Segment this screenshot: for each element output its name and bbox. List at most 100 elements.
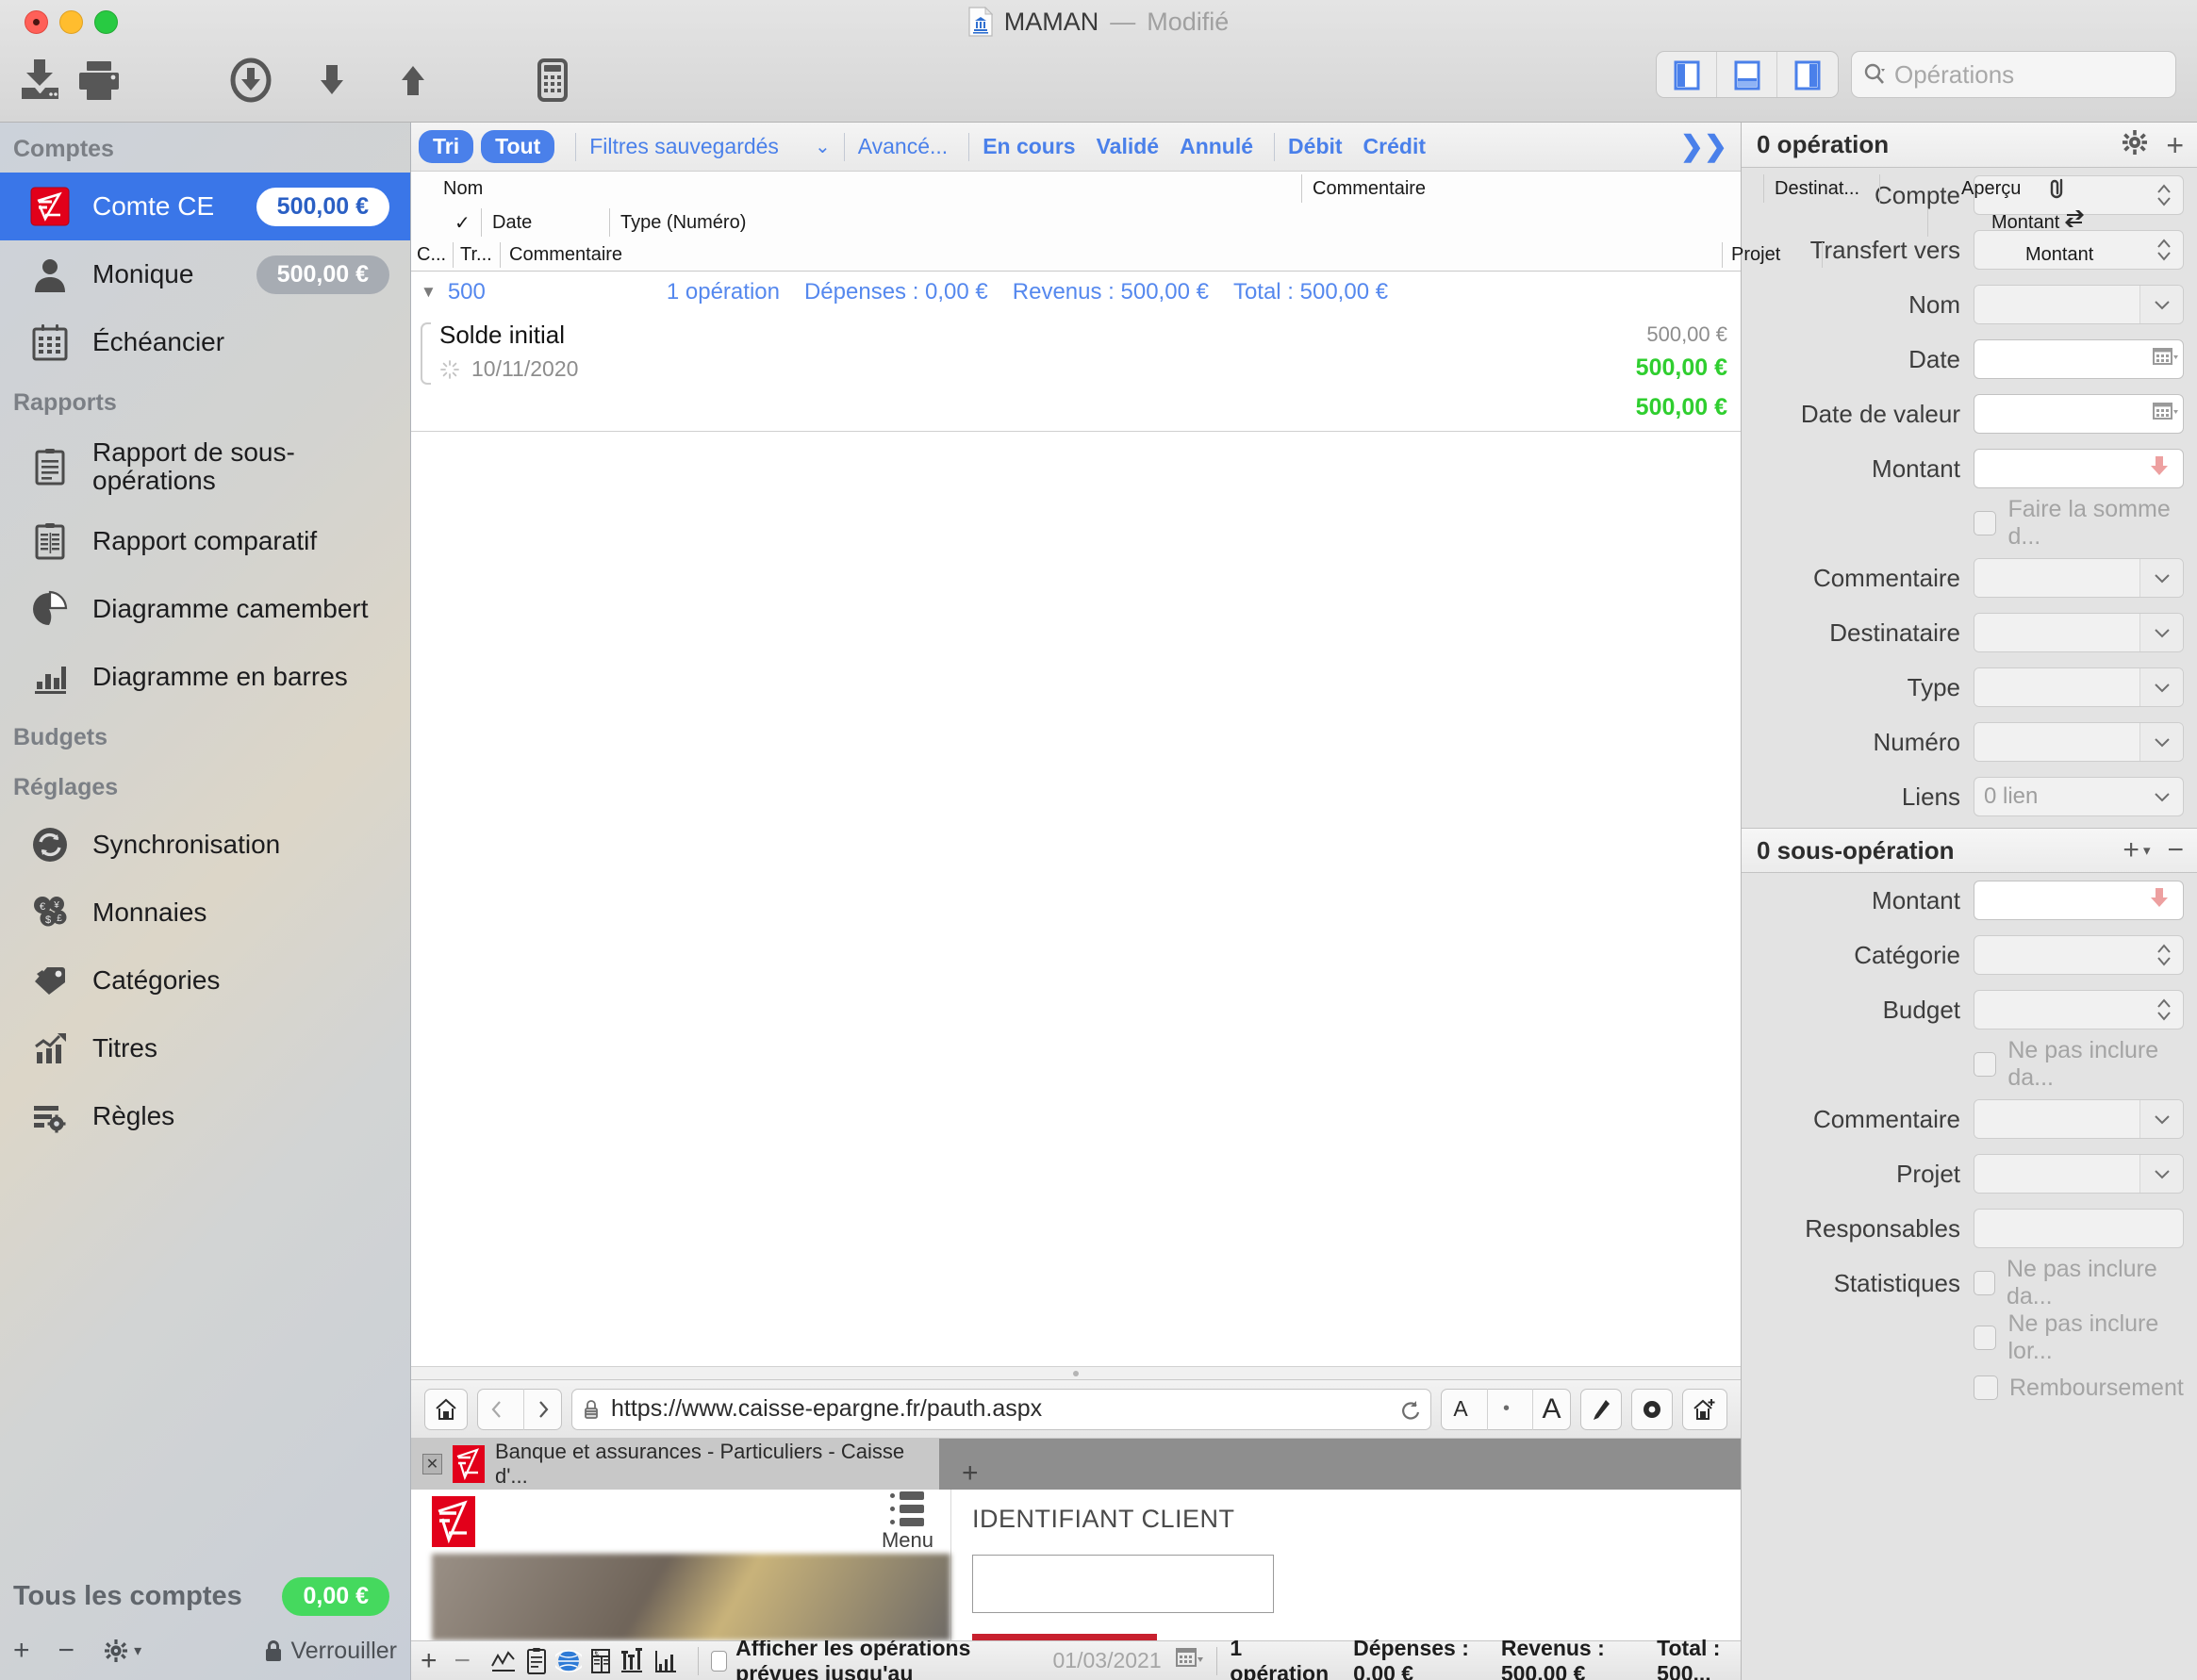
calendar-dropdown-icon[interactable] xyxy=(2151,400,2179,429)
filter-pill-tout[interactable]: Tout xyxy=(481,130,555,163)
chevron-down-icon[interactable] xyxy=(2139,614,2183,651)
calendar-dropdown-icon[interactable] xyxy=(2151,345,2179,374)
browser-add-home-button[interactable] xyxy=(1682,1388,1727,1430)
print-button[interactable] xyxy=(70,51,128,109)
categorie-select[interactable] xyxy=(1974,935,2184,975)
sidebar-item-rapport-comparatif[interactable]: Rapport comparatif xyxy=(0,507,410,575)
collapse-button[interactable] xyxy=(303,51,361,109)
filter-annule[interactable]: Annulé xyxy=(1180,134,1253,159)
sidebar-item-regles[interactable]: Règles xyxy=(0,1082,410,1150)
sidebar-item-rapport-sous-operations[interactable]: Rapport de sous-opérations xyxy=(0,426,410,507)
remboursement-checkbox[interactable] xyxy=(1974,1375,1998,1400)
chart-line-icon[interactable] xyxy=(489,1645,518,1677)
sidebar-item-comte-ce[interactable]: Comte CE 500,00 € xyxy=(0,173,410,240)
browser-font-larger-button[interactable]: A xyxy=(1532,1388,1570,1430)
import-file-button[interactable] xyxy=(11,51,70,109)
advanced-filter-button[interactable]: Avancé... xyxy=(858,134,948,159)
group-header-row[interactable]: ▼ 500 1 opération Dépenses : 0,00 € Reve… xyxy=(411,272,1741,313)
browser-url-bar[interactable]: https://www.caisse-epargne.fr/pauth.aspx xyxy=(571,1388,1431,1430)
sidebar-item-titres[interactable]: Titres xyxy=(0,1014,410,1082)
column-header-montant[interactable]: Montant xyxy=(1991,212,2059,234)
chevron-down-icon[interactable] xyxy=(2139,1100,2183,1138)
calculator-button[interactable] xyxy=(523,51,582,109)
column-header-type-numero[interactable]: Type (Numéro) xyxy=(620,212,746,234)
browser-tab[interactable]: ✕ Banque et assurances - Particuliers - … xyxy=(411,1439,939,1490)
column-header-apercu[interactable]: Aperçu xyxy=(1961,178,2021,200)
search-input[interactable]: Opérations xyxy=(1851,51,2176,98)
chevron-down-icon[interactable] xyxy=(2139,286,2183,323)
transfer-arrows-icon[interactable] xyxy=(2063,207,2086,236)
expand-button[interactable] xyxy=(384,51,442,109)
faire-la-somme-checkbox[interactable] xyxy=(1974,511,1997,535)
date-input[interactable] xyxy=(1974,339,2184,379)
sidebar-item-diagramme-camembert[interactable]: Diagramme camembert xyxy=(0,575,410,643)
stat-exclude-1-checkbox[interactable] xyxy=(1974,1271,1995,1295)
column-header-categorie-short[interactable]: C... xyxy=(417,244,446,266)
operations-list[interactable]: ▼ 500 1 opération Dépenses : 0,00 € Reve… xyxy=(411,272,1741,1366)
column-header-sub-montant[interactable]: Montant xyxy=(2025,244,2093,266)
remove-operation-button[interactable]: − xyxy=(454,1645,471,1677)
commentaire-combobox[interactable] xyxy=(1974,558,2184,598)
minus-icon[interactable]: − xyxy=(2167,836,2184,865)
browser-home-button[interactable] xyxy=(424,1388,468,1430)
sidebar-item-diagramme-barres[interactable]: Diagramme en barres xyxy=(0,643,410,711)
browser-font-smaller-button[interactable]: A xyxy=(1442,1389,1479,1430)
browser-record-button[interactable] xyxy=(1631,1388,1673,1430)
responsables-input[interactable] xyxy=(1974,1209,2184,1248)
calendar-dropdown-icon[interactable] xyxy=(1175,1646,1203,1676)
sidebar-item-echeancier[interactable]: Échéancier xyxy=(0,308,410,376)
liens-select[interactable]: 0 lien xyxy=(1974,777,2184,816)
nom-combobox[interactable] xyxy=(1974,285,2184,324)
histogram-icon[interactable] xyxy=(652,1645,679,1677)
column-header-date[interactable]: Date xyxy=(492,212,532,234)
sidebar-item-categories[interactable]: Catégories xyxy=(0,947,410,1014)
filter-pill-tri[interactable]: Tri xyxy=(419,130,474,163)
date-de-valeur-input[interactable] xyxy=(1974,394,2184,434)
show-scheduled-checkbox[interactable] xyxy=(711,1650,728,1672)
filter-debit[interactable]: Débit xyxy=(1288,134,1343,159)
remove-account-button[interactable]: − xyxy=(58,1635,75,1667)
browser-forward-button[interactable] xyxy=(523,1388,561,1430)
chevron-down-icon[interactable] xyxy=(2139,668,2183,706)
table-row[interactable]: Solde initial 10/11/2020 500,00 € 500,00… xyxy=(411,313,1741,392)
column-header-nom[interactable]: Nom xyxy=(443,178,483,200)
add-operation-button[interactable]: + xyxy=(421,1645,438,1677)
gear-icon[interactable] xyxy=(2121,128,2149,161)
paperclip-icon[interactable] xyxy=(2047,175,2068,206)
filter-credit[interactable]: Crédit xyxy=(1363,134,1426,159)
download-operations-button[interactable] xyxy=(222,51,280,109)
close-icon[interactable]: ✕ xyxy=(422,1454,442,1474)
split-resize-handle[interactable] xyxy=(411,1366,1741,1379)
plus-dropdown-icon[interactable]: + ▾ xyxy=(2123,836,2150,865)
view-mode-right-panel[interactable] xyxy=(1777,52,1838,97)
sidebar-item-monnaies[interactable]: € ¥ $ £ Monnaies xyxy=(0,879,410,947)
view-mode-left-panel[interactable] xyxy=(1657,52,1717,97)
sidebar-item-monique[interactable]: Monique 500,00 € xyxy=(0,240,410,308)
disclosure-triangle-icon[interactable]: ▼ xyxy=(421,283,437,302)
chevron-down-icon[interactable] xyxy=(2139,723,2183,761)
destinataire-combobox[interactable] xyxy=(1974,613,2184,652)
column-header-projet[interactable]: Projet xyxy=(1731,244,1780,266)
reload-icon[interactable] xyxy=(1398,1398,1421,1421)
clipboard-icon[interactable] xyxy=(523,1645,550,1677)
column-header-destinataire[interactable]: Destinat... xyxy=(1775,178,1859,200)
saved-filters-dropdown[interactable]: Filtres sauvegardés ⌄ xyxy=(589,134,830,159)
sidebar-item-synchronisation[interactable]: Synchronisation xyxy=(0,811,410,879)
double-chevron-right-icon[interactable]: ❯❯ xyxy=(1680,130,1727,163)
add-account-button[interactable]: + xyxy=(13,1635,30,1667)
client-id-input[interactable] xyxy=(972,1555,1274,1613)
ne-pas-inclure-budget-checkbox[interactable] xyxy=(1974,1052,1997,1077)
amount-down-arrow-icon[interactable] xyxy=(2147,885,2179,916)
stat-exclude-2-checkbox[interactable] xyxy=(1974,1326,1997,1350)
webpage-menu-button[interactable]: Menu xyxy=(882,1491,933,1553)
lock-button[interactable]: Verrouiller xyxy=(262,1638,397,1665)
compare-icon[interactable] xyxy=(619,1645,646,1677)
chevron-down-icon[interactable] xyxy=(2139,1155,2183,1193)
filter-valide[interactable]: Validé xyxy=(1097,134,1159,159)
browser-edit-button[interactable] xyxy=(1580,1388,1622,1430)
column-header-sub-commentaire[interactable]: Commentaire xyxy=(509,244,622,266)
sub-montant-input[interactable] xyxy=(1974,881,2184,920)
browser-back-button[interactable] xyxy=(478,1389,516,1430)
budget-select[interactable] xyxy=(1974,990,2184,1029)
globe-icon[interactable] xyxy=(555,1645,583,1677)
